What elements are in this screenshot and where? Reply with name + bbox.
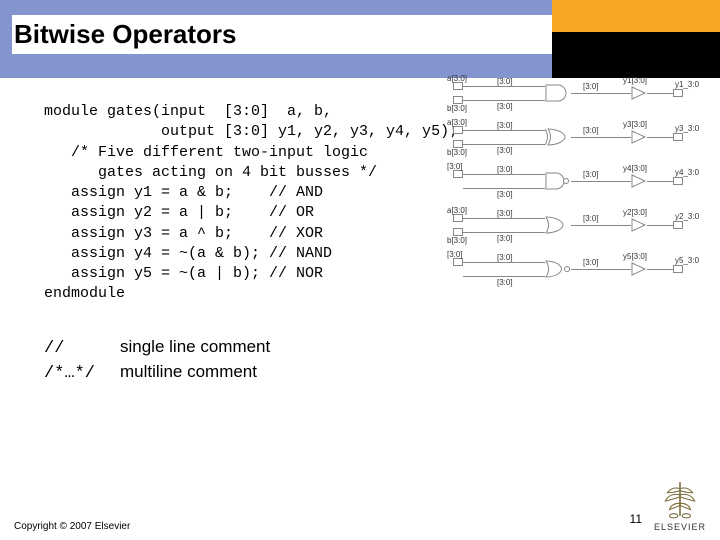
bus-label: [3:0] (497, 121, 513, 130)
out-box-label: y2[3:0] (623, 208, 647, 217)
header-orange-bar (552, 0, 720, 32)
schematic-row: [3:0][3:0][3:0][3:0]y4[3:0]y4_3:0 (447, 166, 712, 204)
port-box (453, 126, 463, 134)
bus-label: [3:0] (583, 258, 599, 267)
out-box-label: y4[3:0] (623, 164, 647, 173)
in-label-top: a[3:0] (447, 74, 467, 83)
bus-label: [3:0] (583, 82, 599, 91)
buffer-icon (631, 262, 647, 276)
gate-nor-icon (545, 260, 571, 278)
comment-row: // single line comment (44, 337, 702, 358)
port-box (453, 96, 463, 104)
elsevier-logo: ELSEVIER (654, 478, 706, 532)
bus-label: [3:0] (497, 234, 513, 243)
bus-label: [3:0] (497, 278, 513, 287)
comment-legend: // single line comment /*…*/ multiline c… (44, 337, 702, 383)
port-box (453, 214, 463, 222)
port-box (453, 228, 463, 236)
out-label: y2_3:0 (675, 212, 699, 221)
out-label: y1_3:0 (675, 80, 699, 89)
buffer-icon (631, 86, 647, 100)
slide-title: Bitwise Operators (12, 15, 552, 54)
gate-nand-icon (545, 172, 571, 190)
schematic-row: a[3:0]b[3:0][3:0][3:0][3:0]y1[3:0]y1_3:0 (447, 78, 712, 116)
buffer-icon (631, 130, 647, 144)
schematic-row: a[3:0]b[3:0][3:0][3:0][3:0]y2[3:0]y2_3:0 (447, 210, 712, 248)
port-box (453, 258, 463, 266)
port-box (453, 140, 463, 148)
gate-or-icon (545, 216, 571, 234)
gate-schematic: a[3:0] b[3:0] [3:0] [3:0] [3:0] y1[3:0] y1_3:0… (447, 78, 712, 308)
comment-key: // (44, 339, 120, 358)
out-label: y5_3:0 (675, 256, 699, 265)
out-label: y3_3:0 (675, 124, 699, 133)
port-box (673, 133, 683, 141)
in-label-bot: b[3:0] (447, 148, 467, 157)
bus-label: [3:0] (497, 209, 513, 218)
in-label-top: [3:0] (447, 162, 463, 171)
in-label-top: a[3:0] (447, 206, 467, 215)
comment-desc: multiline comment (120, 362, 257, 382)
schematic-row: [3:0][3:0][3:0][3:0]y5[3:0]y5_3:0 (447, 254, 712, 292)
schematic-row: a[3:0]b[3:0][3:0][3:0][3:0]y3[3:0]y3_3:0 (447, 122, 712, 160)
bus-label: [3:0] (583, 126, 599, 135)
bus-label: [3:0] (497, 102, 513, 111)
bus-label: [3:0] (497, 190, 513, 199)
header-left: Bitwise Operators (0, 0, 552, 78)
comment-desc: single line comment (120, 337, 270, 357)
bus-label: [3:0] (583, 170, 599, 179)
out-box-label: y5[3:0] (623, 252, 647, 261)
elsevier-tree-icon (659, 478, 701, 520)
elsevier-wordmark: ELSEVIER (654, 522, 706, 532)
out-box-label: y3[3:0] (623, 120, 647, 129)
port-box (673, 265, 683, 273)
in-label-bot: b[3:0] (447, 104, 467, 113)
port-box (673, 89, 683, 97)
comment-key: /*…*/ (44, 364, 120, 383)
in-label-top: a[3:0] (447, 118, 467, 127)
buffer-icon (631, 218, 647, 232)
out-box-label: y1[3:0] (623, 76, 647, 85)
page-number: 11 (630, 512, 642, 526)
bus-label: [3:0] (497, 77, 513, 86)
port-box (673, 221, 683, 229)
port-box (673, 177, 683, 185)
out-label: y4_3:0 (675, 168, 699, 177)
gate-xor-icon (545, 128, 571, 146)
buffer-icon (631, 174, 647, 188)
in-label-top: [3:0] (447, 250, 463, 259)
comment-row: /*…*/ multiline comment (44, 362, 702, 383)
header-right (552, 0, 720, 78)
bus-label: [3:0] (497, 253, 513, 262)
port-box (453, 170, 463, 178)
gate-and-icon (545, 84, 571, 102)
bus-label: [3:0] (497, 165, 513, 174)
bus-label: [3:0] (497, 146, 513, 155)
footer: Copyright © 2007 Elsevier 11 ELSEVIER (0, 478, 720, 532)
copyright-text: Copyright © 2007 Elsevier (14, 521, 130, 532)
port-box (453, 82, 463, 90)
bus-label: [3:0] (583, 214, 599, 223)
in-label-bot: b[3:0] (447, 236, 467, 245)
header-black-bar (552, 32, 720, 78)
slide-header: Bitwise Operators (0, 0, 720, 78)
